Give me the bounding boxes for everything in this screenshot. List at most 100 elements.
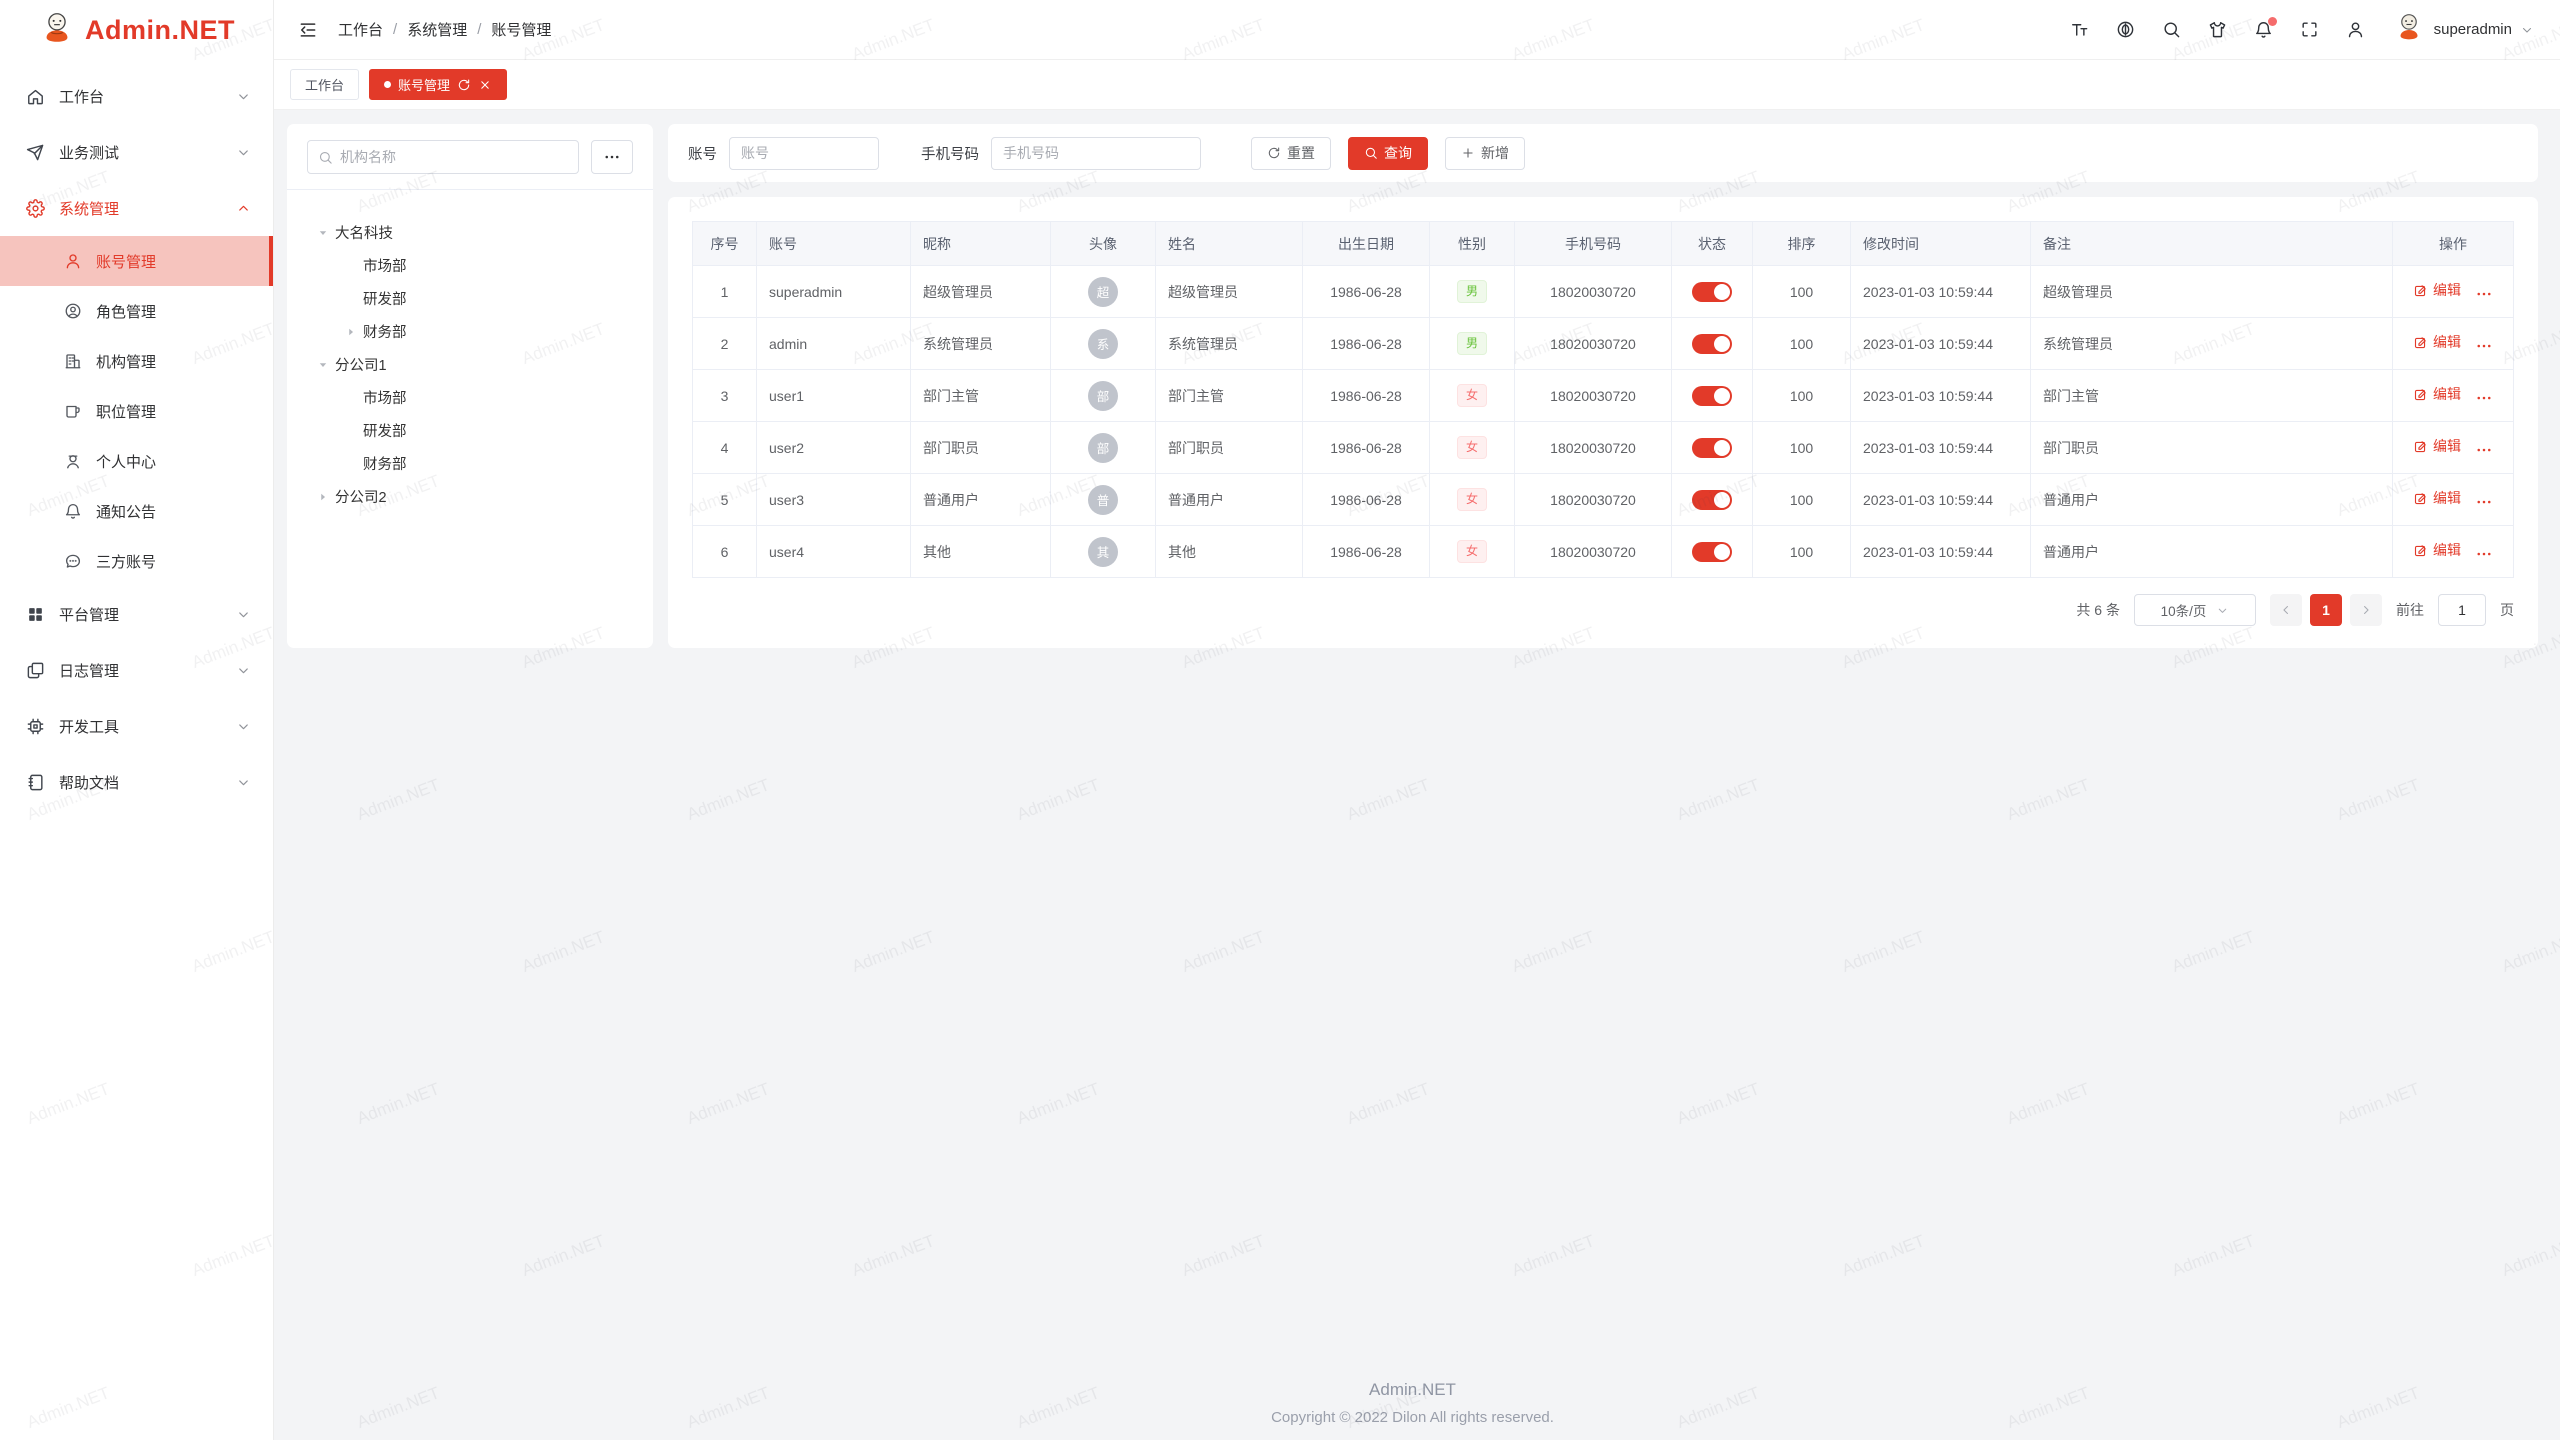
status-toggle[interactable] — [1692, 438, 1732, 458]
sidebar-item-平台管理[interactable]: 平台管理 — [0, 586, 273, 642]
row-more-button[interactable] — [2475, 441, 2493, 459]
sidebar-subitem-通知公告[interactable]: 通知公告 — [0, 486, 273, 536]
query-button[interactable]: 查询 — [1348, 137, 1428, 170]
notification-bell-icon[interactable] — [2254, 20, 2273, 39]
status-toggle[interactable] — [1692, 334, 1732, 354]
row-more-button[interactable] — [2475, 545, 2493, 563]
edit-button[interactable]: 编辑 — [2413, 488, 2461, 508]
tree-node-分公司2[interactable]: 分公司2 — [307, 480, 633, 513]
sidebar-item-日志管理[interactable]: 日志管理 — [0, 642, 273, 698]
accounts-table-panel: 序号账号昵称头像姓名出生日期性别手机号码状态排序修改时间备注操作 1supera… — [668, 197, 2538, 648]
edit-icon — [2413, 491, 2428, 506]
cell-modified: 2023-01-03 10:59:44 — [1851, 526, 2031, 578]
sidebar-item-帮助文档[interactable]: 帮助文档 — [0, 754, 273, 810]
status-toggle[interactable] — [1692, 282, 1732, 302]
cell-op: 编辑 — [2393, 422, 2514, 474]
phone-filter-input[interactable] — [991, 137, 1201, 170]
toggle-knob — [1714, 492, 1730, 508]
caret-right-icon[interactable] — [315, 489, 331, 505]
edit-button[interactable]: 编辑 — [2413, 384, 2461, 404]
next-page-button[interactable] — [2350, 594, 2382, 626]
account-filter-input[interactable] — [729, 137, 879, 170]
prev-page-button[interactable] — [2270, 594, 2302, 626]
fullscreen-icon[interactable] — [2300, 20, 2319, 39]
phone-filter-label: 手机号码 — [921, 143, 979, 164]
edit-button[interactable]: 编辑 — [2413, 332, 2461, 352]
sidebar-item-工作台[interactable]: 工作台 — [0, 68, 273, 124]
sidebar-subitem-label: 角色管理 — [96, 301, 156, 322]
sidebar-item-开发工具[interactable]: 开发工具 — [0, 698, 273, 754]
breadcrumb-item-系统管理[interactable]: 系统管理 — [407, 19, 467, 40]
tab-账号管理[interactable]: 账号管理 — [369, 69, 507, 100]
row-more-button[interactable] — [2475, 337, 2493, 355]
edit-button[interactable]: 编辑 — [2413, 280, 2461, 300]
search-icon — [1364, 146, 1378, 160]
cell-status — [1672, 422, 1753, 474]
sidebar-subitem-三方账号[interactable]: 三方账号 — [0, 536, 273, 586]
sidebar-subitem-个人中心[interactable]: 个人中心 — [0, 436, 273, 486]
org-search-input[interactable] — [340, 149, 568, 165]
breadcrumb-item-工作台[interactable]: 工作台 — [338, 19, 383, 40]
cell-gender: 女 — [1430, 526, 1515, 578]
column-header-状态: 状态 — [1672, 222, 1753, 266]
status-toggle[interactable] — [1692, 386, 1732, 406]
theme-icon[interactable] — [2208, 20, 2227, 39]
sidebar-subitem-角色管理[interactable]: 角色管理 — [0, 286, 273, 336]
tree-node-分公司1[interactable]: 分公司1 — [307, 348, 633, 381]
org-more-button[interactable] — [591, 140, 633, 174]
row-more-button[interactable] — [2475, 389, 2493, 407]
page-size-select[interactable]: 10条/页 — [2134, 594, 2256, 626]
tree-node-大名科技[interactable]: 大名科技 — [307, 216, 633, 249]
cell-name: 部门主管 — [1156, 370, 1303, 422]
toggle-knob — [1714, 284, 1730, 300]
edit-button[interactable]: 编辑 — [2413, 540, 2461, 560]
avatar: 其 — [1088, 537, 1118, 567]
status-toggle[interactable] — [1692, 542, 1732, 562]
tab-工作台[interactable]: 工作台 — [290, 69, 359, 100]
tab-close-icon[interactable] — [478, 78, 492, 92]
caret-down-icon[interactable] — [315, 357, 331, 373]
avatar: 普 — [1088, 485, 1118, 515]
sidebar-item-系统管理[interactable]: 系统管理 — [0, 180, 273, 236]
cell-sort: 100 — [1753, 266, 1851, 318]
tree-node-研发部[interactable]: 研发部 — [307, 414, 633, 447]
tree-node-市场部[interactable]: 市场部 — [307, 381, 633, 414]
sidebar-subitem-职位管理[interactable]: 职位管理 — [0, 386, 273, 436]
cell-sort: 100 — [1753, 526, 1851, 578]
user-menu[interactable]: superadmin — [2392, 10, 2534, 49]
tree-node-财务部[interactable]: 财务部 — [307, 315, 633, 348]
cell-account: superadmin — [757, 266, 911, 318]
pagination: 共 6 条 10条/页 1 — [692, 594, 2514, 626]
current-page-button[interactable]: 1 — [2310, 594, 2342, 626]
add-button[interactable]: 新增 — [1445, 137, 1525, 170]
column-header-备注: 备注 — [2031, 222, 2393, 266]
font-size-icon[interactable] — [2070, 20, 2089, 39]
breadcrumb: 工作台/系统管理/账号管理 — [338, 19, 551, 40]
cell-phone: 18020030720 — [1515, 422, 1672, 474]
row-more-button[interactable] — [2475, 493, 2493, 511]
reset-button[interactable]: 重置 — [1251, 137, 1331, 170]
role-icon — [64, 302, 82, 320]
language-icon[interactable] — [2116, 20, 2135, 39]
cell-seq: 6 — [693, 526, 757, 578]
goto-page-input[interactable] — [2438, 594, 2486, 626]
search-icon[interactable] — [2162, 20, 2181, 39]
main-area: 工作台/系统管理/账号管理 superadmin 工作台账号管理 — [274, 0, 2560, 1440]
page-footer: Admin.NET Copyright © 2022 Dilon All rig… — [287, 1380, 2538, 1440]
user-outline-icon[interactable] — [2346, 20, 2365, 39]
row-more-button[interactable] — [2475, 285, 2493, 303]
status-toggle[interactable] — [1692, 490, 1732, 510]
caret-right-icon[interactable] — [343, 324, 359, 340]
tree-node-市场部[interactable]: 市场部 — [307, 249, 633, 282]
breadcrumb-item-账号管理: 账号管理 — [491, 19, 551, 40]
sidebar-item-业务测试[interactable]: 业务测试 — [0, 124, 273, 180]
cell-birth: 1986-06-28 — [1303, 266, 1430, 318]
caret-down-icon[interactable] — [315, 225, 331, 241]
tree-node-财务部[interactable]: 财务部 — [307, 447, 633, 480]
sidebar-subitem-账号管理[interactable]: 账号管理 — [0, 236, 273, 286]
tree-node-研发部[interactable]: 研发部 — [307, 282, 633, 315]
sidebar-subitem-机构管理[interactable]: 机构管理 — [0, 336, 273, 386]
tab-refresh-icon[interactable] — [457, 78, 471, 92]
edit-button[interactable]: 编辑 — [2413, 436, 2461, 456]
sidebar-collapse-icon[interactable] — [298, 20, 318, 40]
